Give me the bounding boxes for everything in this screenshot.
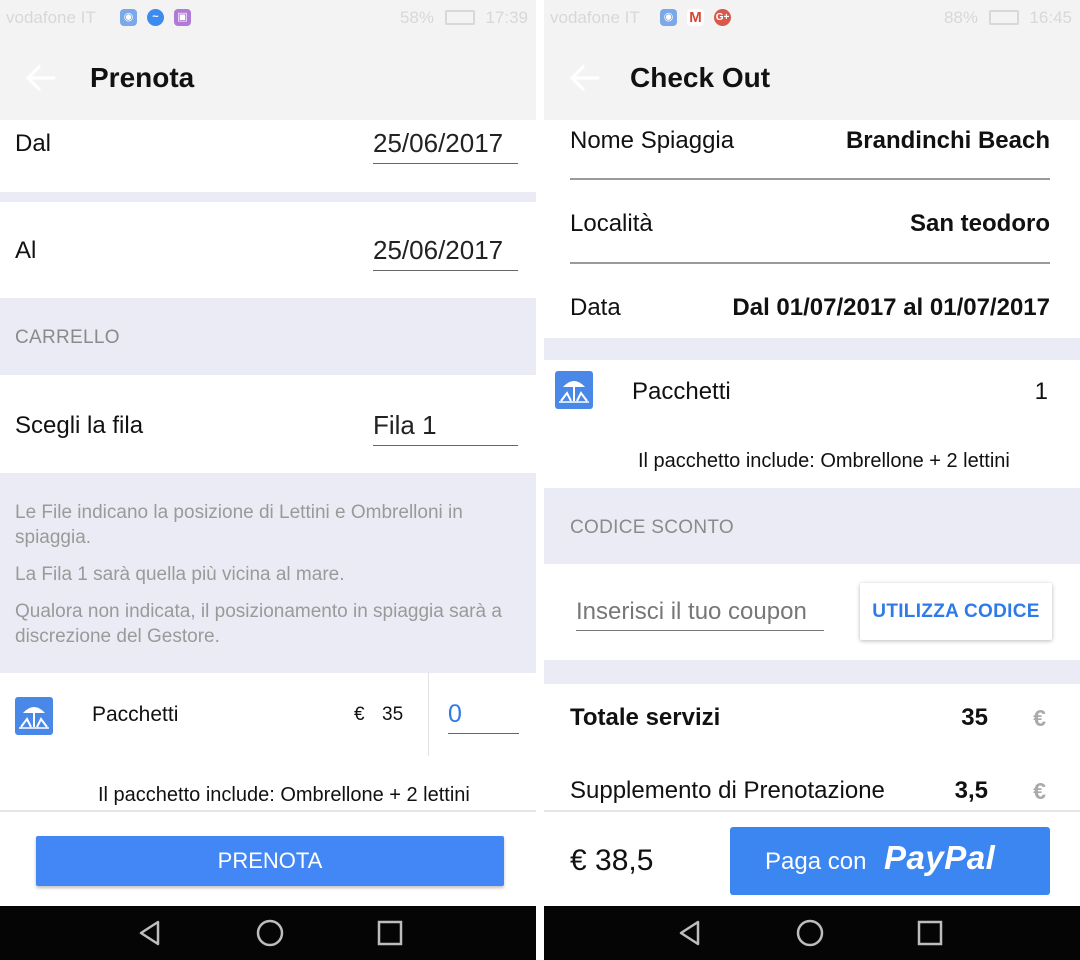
services-total-value: 35 <box>961 704 988 731</box>
coupon-input[interactable]: Inserisci il tuo coupon <box>576 598 824 631</box>
clock: 16:45 <box>1029 8 1072 27</box>
status-right: 58% 17:39 <box>400 8 528 28</box>
grand-total: € 38,5 <box>570 844 654 877</box>
divider-band <box>544 660 1080 684</box>
date-value: Dal 01/07/2017 al 01/07/2017 <box>732 294 1050 321</box>
beach-umbrella-icon <box>15 697 53 735</box>
paypal-logo: PayPal <box>884 839 996 876</box>
app-bar: Check Out <box>544 36 1080 120</box>
gmail-notification-icon: M <box>687 9 704 26</box>
nav-home-icon[interactable] <box>795 918 825 948</box>
paypal-prefix: Paga con <box>765 848 867 875</box>
system-nav-bar <box>0 906 536 960</box>
status-right: 88% 16:45 <box>944 8 1072 28</box>
package-includes-text: Il pacchetto include: Ombrellone + 2 let… <box>98 784 470 806</box>
package-label: Pacchetti <box>632 378 731 405</box>
battery-percent: 58% <box>399 8 434 27</box>
services-total-label: Totale servizi <box>570 704 721 731</box>
carrier-label: vodafone IT <box>550 8 640 27</box>
cart-section-header: CARRELLO <box>0 298 536 375</box>
divider-band <box>544 338 1080 360</box>
package-quantity-input[interactable]: 0 <box>448 700 519 734</box>
from-date-field[interactable]: 25/06/2017 <box>373 128 518 164</box>
detail-divider <box>570 178 1050 180</box>
beach-umbrella-icon <box>555 371 593 409</box>
from-date-label: Dal <box>15 130 52 157</box>
status-bar: vodafone IT ◉ ~ ▣ 58% 17:39 <box>0 0 536 36</box>
checkout-summary: Nome Spiaggia Brandinchi Beach Località … <box>544 120 1080 810</box>
apply-coupon-button[interactable]: UTILIZZA CODICE <box>860 583 1052 640</box>
row-info-text: Qualora non indicata, il posizionamento … <box>15 601 502 647</box>
battery-percent: 88% <box>943 8 978 27</box>
date-label: Data <box>570 294 621 321</box>
messenger-notification-icon: ~ <box>147 9 164 26</box>
coupon-section-title: CODICE SCONTO <box>570 517 735 538</box>
checkout-screen: vodafone IT ◉ M G+ 88% 16:45 Check Out N… <box>544 0 1080 960</box>
coupon-section-header: CODICE SCONTO <box>544 488 1080 564</box>
nav-recents-icon[interactable] <box>375 918 405 948</box>
back-arrow-icon[interactable] <box>24 64 58 92</box>
clock: 17:39 <box>485 8 528 27</box>
maps-notification-icon: ◉ <box>660 9 677 26</box>
screen-gap <box>536 0 544 960</box>
beach-name-label: Nome Spiaggia <box>570 127 735 154</box>
package-label: Pacchetti <box>92 703 179 726</box>
package-quantity: 1 <box>1034 378 1048 405</box>
book-button[interactable]: PRENOTA <box>36 836 504 886</box>
page-title: Prenota <box>90 62 195 93</box>
paypal-pay-button[interactable]: Paga con PayPal <box>730 827 1050 895</box>
divider-band <box>0 192 536 202</box>
to-date-label: Al <box>15 237 37 264</box>
booking-screen: vodafone IT ◉ ~ ▣ 58% 17:39 Prenota Dal … <box>0 0 536 960</box>
battery-icon <box>444 10 475 25</box>
maps-notification-icon: ◉ <box>120 9 137 26</box>
page-title: Check Out <box>630 62 771 93</box>
system-nav-bar <box>544 906 1080 960</box>
booking-fee-value: 3,5 <box>954 777 988 804</box>
cart-section-title: CARRELLO <box>15 327 120 348</box>
row-info-text: Le File indicano la posizione di Lettini… <box>15 502 463 548</box>
carrier-label: vodafone IT <box>6 8 96 27</box>
package-includes-text: Il pacchetto include: Ombrellone + 2 let… <box>638 450 1010 472</box>
detail-divider <box>570 262 1050 264</box>
location-label: Località <box>570 210 653 237</box>
package-price: 35 <box>382 704 404 725</box>
nav-back-icon[interactable] <box>675 918 705 948</box>
booking-form: Dal 25/06/2017 Al 25/06/2017 CARRELLO Sc… <box>0 120 536 810</box>
row-info-text: La Fila 1 sarà quella più vicina al mare… <box>15 564 345 585</box>
booking-fee-label: Supplemento di Prenotazione <box>570 777 885 804</box>
footer: € 38,5 Paga con PayPal <box>544 812 1080 906</box>
nav-back-icon[interactable] <box>135 918 165 948</box>
booking-fee-currency: € <box>1033 778 1046 804</box>
row-info-box: Le File indicano la posizione di Lettini… <box>0 473 536 673</box>
battery-icon <box>988 10 1019 25</box>
to-date-field[interactable]: 25/06/2017 <box>373 235 518 271</box>
package-currency: € <box>354 704 365 725</box>
back-arrow-icon[interactable] <box>568 64 602 92</box>
status-bar: vodafone IT ◉ M G+ 88% 16:45 <box>544 0 1080 36</box>
beach-name-value: Brandinchi Beach <box>845 127 1050 154</box>
row-select-field[interactable]: Fila 1 <box>373 410 518 446</box>
footer: PRENOTA <box>0 812 536 906</box>
nav-recents-icon[interactable] <box>915 918 945 948</box>
app-bar: Prenota <box>0 36 536 120</box>
services-total-currency: € <box>1033 705 1046 731</box>
location-value: San teodoro <box>909 210 1050 237</box>
vertical-divider <box>428 672 429 756</box>
row-select-label: Scegli la fila <box>15 412 144 439</box>
google-plus-notification-icon: G+ <box>714 9 731 26</box>
nav-home-icon[interactable] <box>255 918 285 948</box>
gallery-notification-icon: ▣ <box>174 9 191 26</box>
